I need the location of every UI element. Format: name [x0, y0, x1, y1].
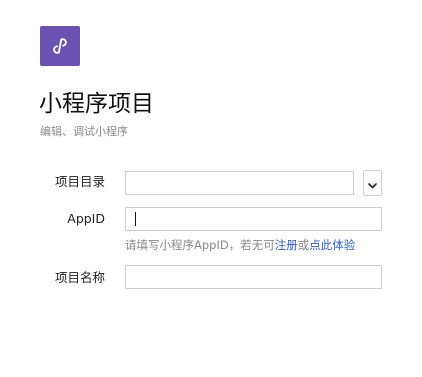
page-subtitle: 编辑、调试小程序 [40, 125, 128, 138]
page-title: 小程序项目 [39, 91, 154, 117]
appid-input[interactable] [125, 207, 382, 231]
appid-hint-text: 请填写小程序AppID，若无可 [125, 238, 275, 252]
text-cursor [135, 212, 136, 226]
directory-dropdown-button[interactable] [363, 170, 382, 196]
appid-hint: 请填写小程序AppID，若无可注册或点此体验 [125, 236, 355, 254]
register-link[interactable]: 注册 [275, 238, 298, 252]
directory-label: 项目目录 [54, 174, 105, 189]
appid-label: AppID [67, 211, 105, 226]
project-name-label: 项目名称 [54, 270, 105, 285]
mini-program-logo [40, 26, 80, 66]
mini-program-link-icon [50, 36, 70, 56]
project-name-input[interactable] [125, 265, 382, 289]
trial-link[interactable]: 点此体验 [309, 238, 355, 252]
appid-hint-or: 或 [297, 238, 310, 252]
chevron-down-icon [368, 174, 377, 193]
directory-input[interactable] [125, 171, 354, 195]
